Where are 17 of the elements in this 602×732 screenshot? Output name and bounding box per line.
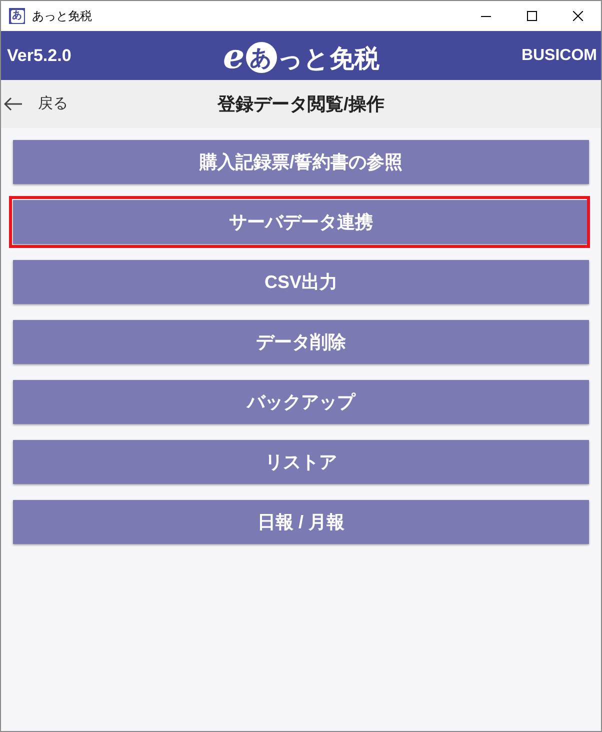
menu-button[interactable]: 購入記録票/誓約書の参照 [13, 140, 589, 184]
back-arrow-icon [4, 97, 22, 111]
version-label: Ver5.2.0 [7, 44, 72, 67]
menu-button[interactable]: CSV出力 [13, 260, 589, 304]
company-label: BUSICOM [521, 46, 597, 66]
menu-button[interactable]: データ削除 [13, 320, 589, 364]
app-icon: あ [9, 8, 25, 24]
menu-button[interactable]: サーバデータ連携 [13, 200, 589, 244]
menu-button[interactable]: バックアップ [13, 380, 589, 424]
window-title: あっと免税 [32, 8, 92, 25]
maximize-icon [527, 11, 537, 21]
page-title: 登録データ閲覧/操作 [218, 92, 384, 116]
app-logo: e あ っと免税 [223, 36, 380, 74]
menu-button[interactable]: リストア [13, 440, 589, 484]
close-icon [573, 11, 583, 21]
menu-button[interactable]: 日報 / 月報 [13, 500, 589, 544]
back-button[interactable]: 戻る [4, 89, 68, 119]
